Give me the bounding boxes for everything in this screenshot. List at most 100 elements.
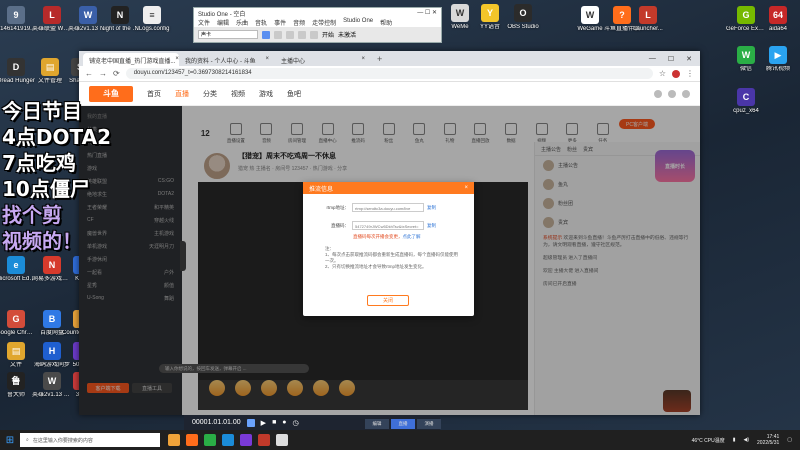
loop-icon[interactable] (246, 418, 255, 427)
windows-start-icon[interactable]: ⊞ (0, 430, 20, 450)
desktop-icon[interactable]: 鲁鲁大师 (0, 372, 36, 399)
url-input[interactable]: douyu.com/123457_t=0.3697308214161834 (125, 68, 653, 79)
nav-item[interactable]: 首页 (147, 89, 161, 99)
nav-item[interactable]: 视频 (231, 89, 245, 99)
play-icon[interactable]: ▶ (261, 419, 266, 427)
volume-icon[interactable]: ◀) (744, 437, 750, 443)
desktop-icon[interactable]: ≡ NLogs.config (132, 6, 172, 33)
extension-icon[interactable] (672, 69, 680, 78)
studio-one-window[interactable]: Studio One - 空白 — ☐ ✕ 文件 编辑 乐曲 音轨 事件 音频 走带控制 St… (193, 7, 442, 43)
mode-switcher: 编辑 直播 演播 (365, 419, 441, 429)
desktop-icon[interactable]: e Microsoft Edge (0, 256, 36, 283)
note-line: 1、每次点击获取推流码都会重新生成直播码，每个直播码仅能使用一次。 (325, 252, 459, 263)
tab-close-icon[interactable]: × (361, 56, 365, 63)
nav-item[interactable]: 游戏 (259, 89, 273, 99)
studio-menu-item[interactable]: 文件 (198, 18, 210, 27)
taskbar-app-icon[interactable] (168, 434, 180, 446)
history-icon[interactable] (654, 89, 662, 98)
studio-menu-item[interactable]: 帮助 (380, 18, 392, 27)
nav-item[interactable]: 直播 (175, 89, 189, 99)
tab-close-icon[interactable]: × (265, 56, 269, 63)
stream-key-value[interactable]: 5472749rJWCw5DkhTsv&txSecret=●●●●●● (352, 221, 424, 230)
studio-menu-item[interactable]: 音轨 (255, 18, 267, 27)
nav-item[interactable]: 分类 (203, 89, 217, 99)
tab-douyu-live[interactable]: 铺览老中国直播_热门游戏直播... × (83, 53, 179, 66)
app-icon: 9 (7, 6, 25, 24)
bookmark-star-icon[interactable]: ☆ (659, 69, 666, 78)
desktop-icon[interactable]: G Google Chrome (0, 310, 36, 337)
rtmp-value[interactable]: rtmp://sendtc3a.douyu.com/live (352, 203, 424, 212)
range-tool-icon[interactable] (274, 30, 282, 39)
studio-menu-item[interactable]: 乐曲 (236, 18, 248, 27)
rtmp-label: rtmp地址： (326, 204, 350, 210)
taskbar-app-icon[interactable] (222, 434, 234, 446)
tab-label: 主播中心 (281, 59, 306, 65)
desktop-icon-label: NLogs.config (134, 26, 170, 32)
notification-icon[interactable]: ▢ (787, 437, 792, 443)
desktop-icon[interactable]: ▶ 腾讯视频 (758, 46, 798, 73)
browser-window-controls[interactable]: — ☐ ✕ (641, 55, 700, 66)
learn-more-link[interactable]: 点此了解 (403, 234, 421, 239)
studio-device-select[interactable]: 声卡 (198, 30, 258, 39)
taskbar-app-icon[interactable] (240, 434, 252, 446)
desktop-icon[interactable]: O OBS Studio (503, 4, 543, 31)
desktop-icon[interactable]: 64 aida64 (758, 6, 798, 33)
studio-menu-item[interactable]: 走带控制 (312, 18, 336, 27)
maximize-icon[interactable]: ☐ (668, 55, 674, 63)
eraser-tool-icon[interactable] (298, 30, 306, 39)
nav-item[interactable]: 鱼吧 (287, 89, 301, 99)
tab-profile[interactable]: 我的资料 - 个人中心 - 斗鱼 × (179, 53, 275, 66)
copy-key-button[interactable]: 复制 (427, 223, 436, 229)
record-icon[interactable]: ● (282, 419, 286, 426)
studio-menu-item[interactable]: Studio One (343, 18, 373, 27)
back-icon[interactable]: ← (85, 69, 93, 78)
studio-title-bar[interactable]: Studio One - 空白 — ☐ ✕ (194, 8, 441, 18)
browser-menu-icon[interactable]: ⋮ (686, 69, 694, 78)
taskbar-app-icon[interactable] (186, 434, 198, 446)
forward-icon[interactable]: → (99, 69, 107, 78)
studio-menu-item[interactable]: 编辑 (217, 18, 229, 27)
modal-close-icon[interactable]: × (464, 185, 468, 191)
copy-rtmp-button[interactable]: 复制 (427, 205, 436, 211)
arrow-tool-icon[interactable] (262, 30, 270, 39)
modal-close-button[interactable]: 关闭 (367, 295, 409, 306)
taskbar-app-icon[interactable] (204, 434, 216, 446)
desktop-icon[interactable]: L Launcher... (628, 6, 668, 33)
stop-icon[interactable]: ■ (272, 419, 276, 426)
paint-tool-icon[interactable] (310, 30, 318, 39)
tab-streamer-center[interactable]: 主播中心 × (275, 53, 371, 66)
clock[interactable]: 17:41 2022/5/31 (757, 434, 779, 446)
app-icon: ≡ (143, 6, 161, 24)
avatar[interactable] (682, 89, 690, 98)
desktop-icon[interactable]: 9 3146141919... (0, 6, 36, 33)
studio-menu-item[interactable]: 音频 (293, 18, 305, 27)
mode-button[interactable]: 演播 (417, 419, 441, 429)
studio-toolbar: 声卡 开始 未激活 (194, 27, 441, 42)
app-icon: W (451, 4, 469, 22)
app-icon: B (43, 310, 61, 328)
split-tool-icon[interactable] (286, 30, 294, 39)
studio-window-controls[interactable]: — ☐ ✕ (417, 9, 437, 17)
app-icon: ▤ (41, 58, 59, 76)
minimize-icon[interactable]: — (649, 55, 656, 63)
desktop-icon-label: Launcher... (633, 26, 663, 32)
mode-button[interactable]: 编辑 (365, 419, 389, 429)
close-icon[interactable]: ✕ (686, 55, 692, 63)
new-tab-icon[interactable]: + (371, 54, 388, 66)
metronome-icon[interactable]: ◷ (293, 419, 299, 427)
reload-icon[interactable]: ⟳ (113, 69, 120, 78)
desktop-icon[interactable]: L 英雄联盟 WeGame版 (32, 6, 72, 33)
message-icon[interactable] (668, 89, 676, 98)
desktop-icon[interactable]: Ccpuz_x64 (726, 88, 766, 115)
network-icon[interactable]: ▮ (733, 437, 736, 443)
taskbar-app-icon[interactable] (276, 434, 288, 446)
taskbar-app-icon[interactable] (258, 434, 270, 446)
app-icon: ▤ (7, 342, 25, 360)
mode-button[interactable]: 直播 (391, 419, 415, 429)
browser-tab-strip: 铺览老中国直播_热门游戏直播... × 我的资料 - 个人中心 - 斗鱼 × 主播中… (79, 51, 700, 66)
desktop-icon[interactable]: ▤ 文件 (0, 342, 36, 369)
desktop-icon-label: OBS Studio (507, 24, 539, 30)
studio-menu-item[interactable]: 事件 (274, 18, 286, 27)
taskbar-search[interactable]: ⌕ 在这里输入你要搜索的内容 (20, 433, 160, 447)
app-icon: e (7, 256, 25, 274)
